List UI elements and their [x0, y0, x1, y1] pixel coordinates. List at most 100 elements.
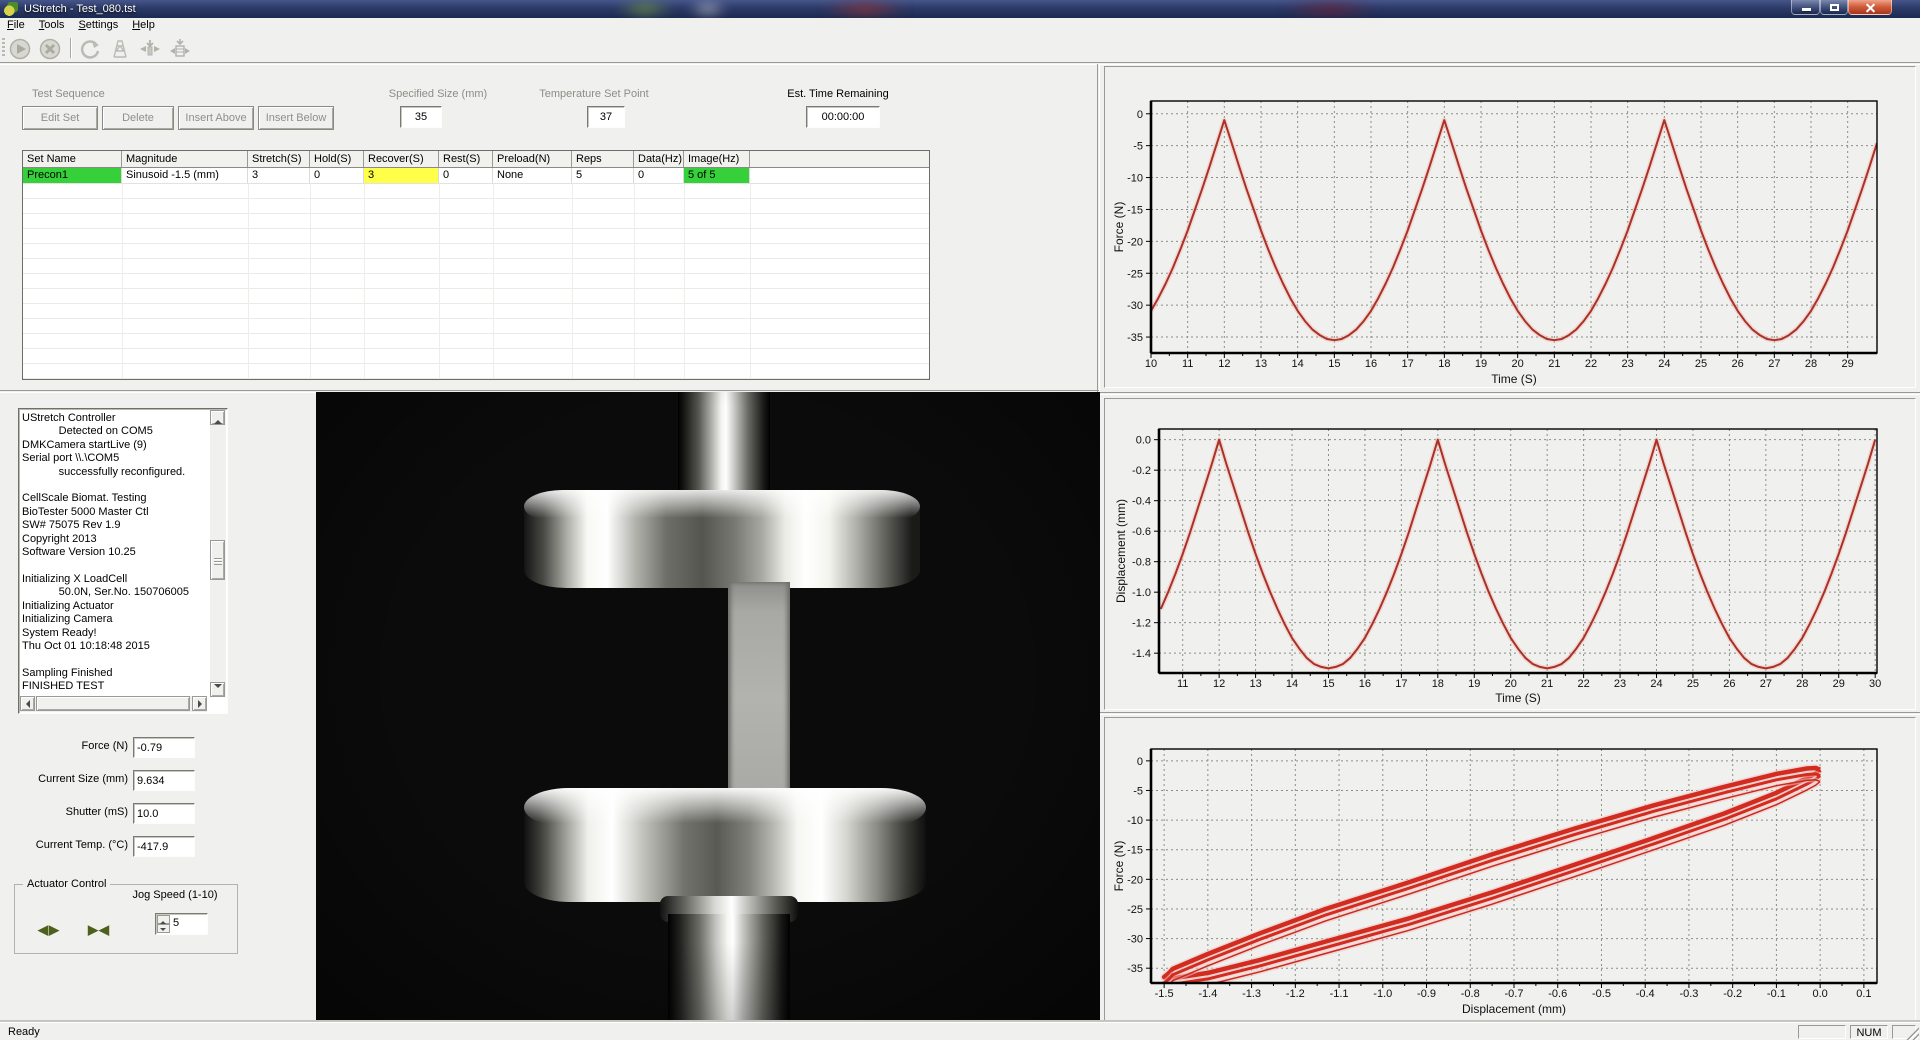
controller-log[interactable]: UStretch Controller Detected on COM5 DMK…: [18, 408, 228, 714]
column-header-preloadn[interactable]: Preload(N): [493, 151, 572, 167]
compress-arrows-icon[interactable]: [138, 37, 162, 61]
svg-text:0: 0: [1137, 756, 1143, 768]
svg-text:0: 0: [1137, 109, 1143, 121]
svg-text:21: 21: [1548, 358, 1560, 370]
camera-view: [316, 392, 1100, 1020]
status-cell-empty1: [1798, 1025, 1846, 1039]
app-icon: [4, 2, 18, 16]
log-hscrollbar[interactable]: [20, 696, 207, 712]
svg-text:-0.2: -0.2: [1723, 988, 1742, 1000]
minimize-button[interactable]: [1791, 0, 1820, 15]
svg-text:-1.4: -1.4: [1132, 648, 1151, 660]
force-time-chart: 1011121314151617181920212223242526272829…: [1105, 67, 1915, 387]
log-vscrollbar[interactable]: [210, 410, 226, 697]
play-icon[interactable]: [8, 37, 32, 61]
compress-set-icon[interactable]: [168, 37, 192, 61]
test-sequence-table[interactable]: Set NameMagnitudeStretch(S)Hold(S)Recove…: [22, 150, 930, 380]
delete-button[interactable]: Delete: [102, 106, 174, 130]
svg-text:0.0: 0.0: [1136, 435, 1151, 447]
toolbar-separator: [70, 38, 72, 58]
table-cell[interactable]: 0: [634, 168, 684, 183]
current-temp-c-field[interactable]: -417.9: [133, 836, 195, 857]
edit-set-button[interactable]: Edit Set: [22, 106, 98, 130]
menu-item-help[interactable]: Help: [125, 18, 162, 33]
table-cell[interactable]: 3: [248, 168, 310, 183]
spin-up-button[interactable]: [157, 915, 170, 924]
table-cell[interactable]: 3: [364, 168, 439, 183]
hscroll-thumb[interactable]: [36, 696, 190, 711]
svg-text:17: 17: [1402, 358, 1414, 370]
undo-icon[interactable]: [78, 37, 102, 61]
svg-text:27: 27: [1768, 358, 1780, 370]
table-cell[interactable]: Precon1: [23, 168, 122, 183]
jog-speed-spinner[interactable]: 5: [155, 913, 208, 935]
svg-text:-25: -25: [1127, 268, 1143, 280]
table-row[interactable]: Precon1Sinusoid -1.5 (mm)3030None505 of …: [23, 168, 929, 184]
jog-inward-button[interactable]: ▶◀: [81, 921, 117, 938]
svg-text:-20: -20: [1127, 236, 1143, 248]
vscroll-thumb[interactable]: [210, 540, 225, 580]
svg-text:-1.1: -1.1: [1330, 988, 1349, 1000]
shutter-ms-field[interactable]: 10.0: [133, 803, 195, 824]
spin-down-button[interactable]: [157, 924, 170, 933]
svg-text:-0.2: -0.2: [1132, 465, 1151, 477]
scroll-left-button[interactable]: [20, 696, 35, 711]
svg-text:-0.4: -0.4: [1636, 988, 1655, 1000]
svg-text:-35: -35: [1127, 332, 1143, 344]
menu-item-settings[interactable]: Settings: [71, 18, 125, 33]
stop-icon[interactable]: [38, 37, 62, 61]
column-header-set-name[interactable]: Set Name: [23, 151, 122, 167]
insert-above-button[interactable]: Insert Above: [178, 106, 254, 130]
table-cell[interactable]: 5: [572, 168, 634, 183]
force-time-chart-panel: 1011121314151617181920212223242526272829…: [1104, 66, 1916, 388]
menu-item-tools[interactable]: Tools: [32, 18, 72, 33]
table-cell-filler: [750, 168, 929, 183]
svg-text:29: 29: [1833, 678, 1845, 690]
scroll-right-button[interactable]: [192, 696, 207, 711]
table-empty-rows[interactable]: [23, 184, 929, 379]
svg-text:25: 25: [1695, 358, 1707, 370]
jog-outward-button[interactable]: ◀▶: [31, 921, 67, 938]
svg-text:-15: -15: [1127, 845, 1143, 857]
svg-text:30: 30: [1869, 678, 1881, 690]
column-header-rests[interactable]: Rest(S): [439, 151, 493, 167]
column-header-imagehz[interactable]: Image(Hz): [684, 151, 750, 167]
maximize-button[interactable]: [1820, 0, 1848, 15]
close-button[interactable]: [1848, 0, 1892, 15]
table-cell[interactable]: 0: [439, 168, 493, 183]
column-header-magnitude[interactable]: Magnitude: [122, 151, 248, 167]
specified-size-field[interactable]: 35: [400, 106, 442, 128]
force-n-field[interactable]: -0.79: [133, 737, 195, 758]
controller-log-text: UStretch Controller Detected on COM5 DMK…: [22, 412, 208, 695]
toolbar: [0, 34, 1920, 62]
scroll-up-button[interactable]: [210, 410, 225, 425]
insert-below-button[interactable]: Insert Below: [258, 106, 334, 130]
scroll-down-button[interactable]: [210, 682, 225, 697]
svg-text:22: 22: [1577, 678, 1589, 690]
table-cell[interactable]: None: [493, 168, 572, 183]
column-header-datahz[interactable]: Data(Hz): [634, 151, 684, 167]
svg-text:-10: -10: [1127, 815, 1143, 827]
table-cell[interactable]: 0: [310, 168, 364, 183]
menu-item-file[interactable]: File: [0, 18, 32, 33]
column-header-stretchs[interactable]: Stretch(S): [248, 151, 310, 167]
resize-grip[interactable]: [1906, 1027, 1919, 1040]
column-header-recovers[interactable]: Recover(S): [364, 151, 439, 167]
current-size-mm-field[interactable]: 9.634: [133, 770, 195, 791]
svg-text:15: 15: [1322, 678, 1334, 690]
svg-text:-25: -25: [1127, 904, 1143, 916]
column-header-reps[interactable]: Reps: [572, 151, 634, 167]
table-cell[interactable]: Sinusoid -1.5 (mm): [122, 168, 248, 183]
fixture-icon[interactable]: [108, 37, 132, 61]
svg-text:20: 20: [1505, 678, 1517, 690]
table-cell[interactable]: 5 of 5: [684, 168, 750, 183]
window-title: UStretch - Test_080.tst: [24, 3, 136, 15]
svg-text:11: 11: [1182, 358, 1193, 370]
svg-text:11: 11: [1177, 678, 1188, 690]
svg-text:-0.3: -0.3: [1679, 988, 1698, 1000]
temperature-set-point-field[interactable]: 37: [587, 106, 625, 128]
toolbar-grip[interactable]: [2, 38, 5, 58]
displacement-time-chart-panel: 1112131415161718192021222324252627282930…: [1104, 398, 1916, 710]
column-header-holds[interactable]: Hold(S): [310, 151, 364, 167]
svg-text:Displacement (mm): Displacement (mm): [1114, 499, 1128, 603]
